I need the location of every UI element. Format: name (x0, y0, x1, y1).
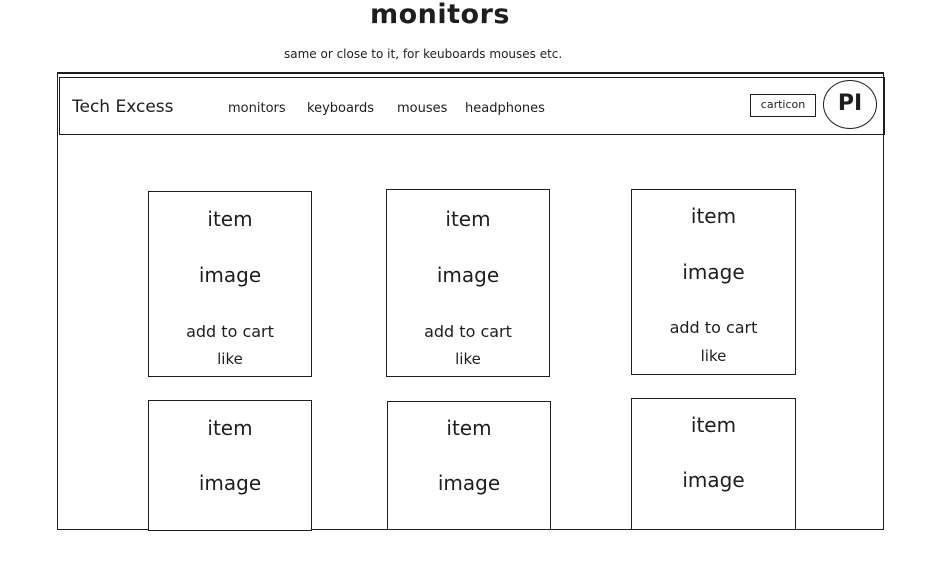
product-card[interactable]: item image add to cart like (148, 191, 312, 377)
profile-avatar[interactable]: PI (823, 80, 877, 129)
page-title: monitors (369, 0, 510, 30)
item-title: item (207, 207, 253, 231)
nav-link-headphones[interactable]: headphones (465, 101, 545, 117)
add-to-cart-button[interactable]: add to cart (387, 322, 549, 342)
like-button[interactable]: like (387, 350, 549, 368)
item-image-placeholder: image (198, 263, 262, 287)
nav-link-keyboards[interactable]: keyboards (307, 101, 374, 117)
item-image-placeholder: image (682, 468, 745, 492)
product-card[interactable]: item image add to cart like (631, 189, 796, 375)
item-image-placeholder: image (436, 263, 500, 287)
product-card[interactable]: item image (631, 398, 796, 530)
nav-link-monitors[interactable]: monitors (228, 101, 286, 117)
item-title: item (690, 204, 737, 228)
item-image-placeholder: image (682, 260, 745, 284)
cart-icon-button[interactable]: carticon (750, 94, 816, 117)
item-image-placeholder: image (437, 471, 501, 495)
item-title: item (446, 416, 492, 440)
item-title: item (445, 207, 491, 231)
add-to-cart-button[interactable]: add to cart (149, 322, 311, 342)
like-button[interactable]: like (632, 347, 795, 365)
like-button[interactable]: like (149, 350, 311, 368)
item-image-placeholder: image (198, 471, 262, 495)
brand-logo-text[interactable]: Tech Excess (72, 97, 174, 117)
add-to-cart-button[interactable]: add to cart (632, 318, 795, 338)
item-title: item (207, 416, 253, 440)
product-card[interactable]: item image add to cart like (386, 189, 550, 377)
item-title: item (690, 413, 737, 437)
product-card[interactable]: item image (387, 401, 551, 530)
nav-link-mouses[interactable]: mouses (397, 101, 447, 117)
page-subtitle-note: same or close to it, for keuboards mouse… (284, 47, 563, 61)
product-card[interactable]: item image (148, 400, 312, 531)
